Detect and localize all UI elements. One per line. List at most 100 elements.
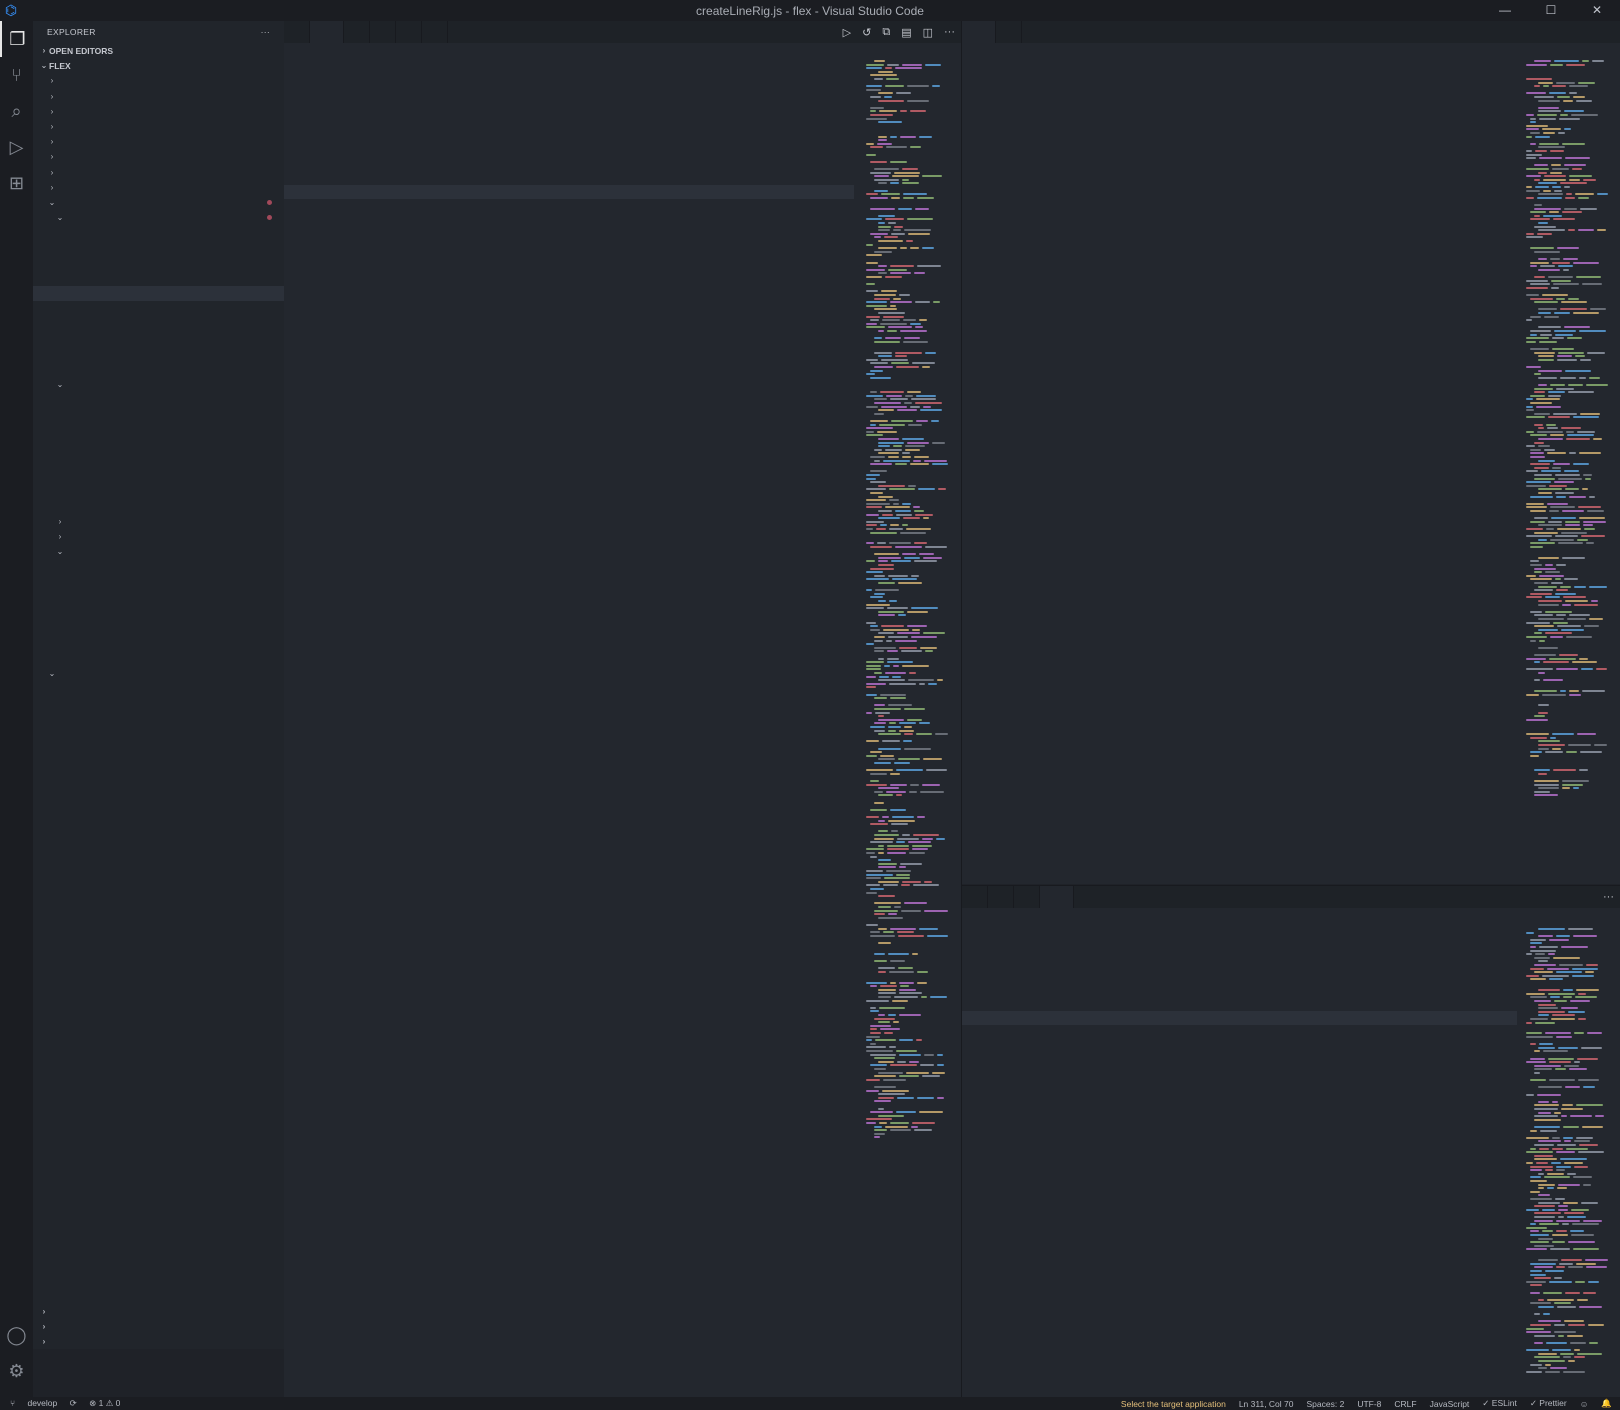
explorer-more-button[interactable]: ··· [261,27,270,37]
language-mode[interactable]: JavaScript [1430,1399,1470,1409]
tree-item[interactable] [33,301,284,316]
feedback-icon[interactable]: ☺ [1580,1399,1589,1409]
tree-item[interactable] [33,392,284,407]
tree-item[interactable]: ⌄ [33,544,284,559]
notifications-bell-icon[interactable]: 🔔 [1601,1398,1612,1409]
tree-item[interactable] [33,620,284,635]
minimap-left[interactable] [862,60,952,1150]
tree-item[interactable] [33,726,284,741]
branch-indicator[interactable]: ⑂ develop [10,1398,57,1408]
eslint-status[interactable]: ✓ ESLint [1482,1398,1517,1409]
menu-terminal[interactable] [106,3,120,17]
tree-item[interactable] [33,316,284,331]
run-debug-icon[interactable]: ▷ [0,129,33,165]
tree-item[interactable] [33,802,284,817]
tree-item[interactable] [33,590,284,605]
editor-tab[interactable] [284,21,310,43]
search-icon[interactable]: ⌕ [0,93,33,129]
tree-item[interactable]: › [33,73,284,88]
tree-item[interactable] [33,225,284,240]
account-icon[interactable]: ◯ [0,1317,33,1353]
tree-item[interactable] [33,848,284,863]
tree-item[interactable]: › [33,134,284,149]
tree-item[interactable] [33,742,284,757]
code-area-left[interactable] [284,60,854,1213]
tree-item[interactable] [33,833,284,848]
tree-item[interactable]: › [33,104,284,119]
editor-tab[interactable] [396,21,422,43]
tree-item[interactable]: ⌄ [33,195,284,210]
tree-item[interactable] [33,423,284,438]
tree-item[interactable] [33,286,284,302]
panel-npm-scripts[interactable]: › [33,1334,284,1349]
tree-item[interactable] [33,468,284,483]
tree-item[interactable] [33,651,284,666]
tree-item[interactable] [33,696,284,711]
run-icon[interactable]: ▷ [843,26,851,39]
open-changes-icon[interactable]: ▤ [901,26,911,39]
sync-icon[interactable]: ⟳ [70,1398,77,1408]
tree-item[interactable] [33,240,284,255]
tree-item[interactable]: › [33,119,284,134]
editor-tab[interactable] [962,886,988,908]
extensions-icon[interactable]: ⊞ [0,165,33,201]
menu-run[interactable] [92,3,106,17]
tree-item[interactable] [33,483,284,498]
panel-outline[interactable]: › [33,1304,284,1319]
timeline-icon[interactable]: ↺ [862,26,871,39]
tree-item[interactable] [33,818,284,833]
maximize-button[interactable]: ☐ [1528,0,1574,21]
editor-tab[interactable] [996,21,1022,43]
open-editors-section[interactable]: › OPEN EDITORS [33,43,284,58]
problems-indicator[interactable]: ⊗ 1 ⚠ 0 [89,1398,120,1408]
menu-edit[interactable] [36,3,50,17]
tree-item[interactable] [33,635,284,650]
settings-gear-icon[interactable]: ⚙ [0,1353,33,1389]
minimize-button[interactable]: — [1482,0,1528,21]
tree-item[interactable] [33,453,284,468]
code-area-top-right[interactable] [962,60,1502,880]
line-endings[interactable]: CRLF [1394,1399,1416,1409]
tree-item[interactable] [33,271,284,286]
tree-item[interactable] [33,362,284,377]
tree-item[interactable] [33,499,284,514]
minimap-top-right[interactable] [1522,60,1612,820]
tree-item[interactable]: ⌄ [33,666,284,681]
tree-item[interactable] [33,332,284,347]
tree-item[interactable]: › [33,89,284,104]
editor-tab[interactable] [310,21,344,43]
tree-item[interactable]: ⌄ [33,377,284,392]
status-hint[interactable]: Select the target application [1121,1399,1226,1409]
code-area-bottom-right[interactable] [962,928,1517,1386]
tree-item[interactable] [33,711,284,726]
explorer-icon[interactable]: ❐ [0,21,33,57]
editor-tab[interactable] [988,886,1014,908]
tree-item[interactable] [33,757,284,772]
tree-item[interactable] [33,256,284,271]
tree-item[interactable] [33,347,284,362]
indentation[interactable]: Spaces: 2 [1307,1399,1345,1409]
more-actions-icon[interactable]: ··· [1603,891,1614,903]
workspace-root-section[interactable]: ⌄ FLEX [33,58,284,73]
panel-timeline[interactable]: › [33,1319,284,1334]
source-control-icon[interactable]: ⑂ [0,57,33,93]
menu-help[interactable] [120,3,134,17]
menu-selection[interactable] [50,3,64,17]
tree-item[interactable] [33,408,284,423]
tree-item[interactable]: › [33,165,284,180]
minimap-bottom-right[interactable] [1522,928,1612,1388]
cursor-position[interactable]: Ln 311, Col 70 [1239,1399,1294,1409]
tree-item[interactable] [33,681,284,696]
editor-tab[interactable] [1014,886,1040,908]
tree-item[interactable] [33,605,284,620]
tree-item[interactable] [33,559,284,574]
tree-item[interactable]: › [33,149,284,164]
split-editor-icon[interactable]: ◫ [923,26,933,39]
tree-item[interactable] [33,575,284,590]
prettier-status[interactable]: ✓ Prettier [1530,1398,1567,1409]
tree-item[interactable] [33,438,284,453]
more-actions-icon[interactable]: ··· [944,26,955,38]
tree-item[interactable]: ⌄ [33,210,284,225]
editor-tab[interactable] [422,21,448,43]
editor-tab[interactable] [370,21,396,43]
